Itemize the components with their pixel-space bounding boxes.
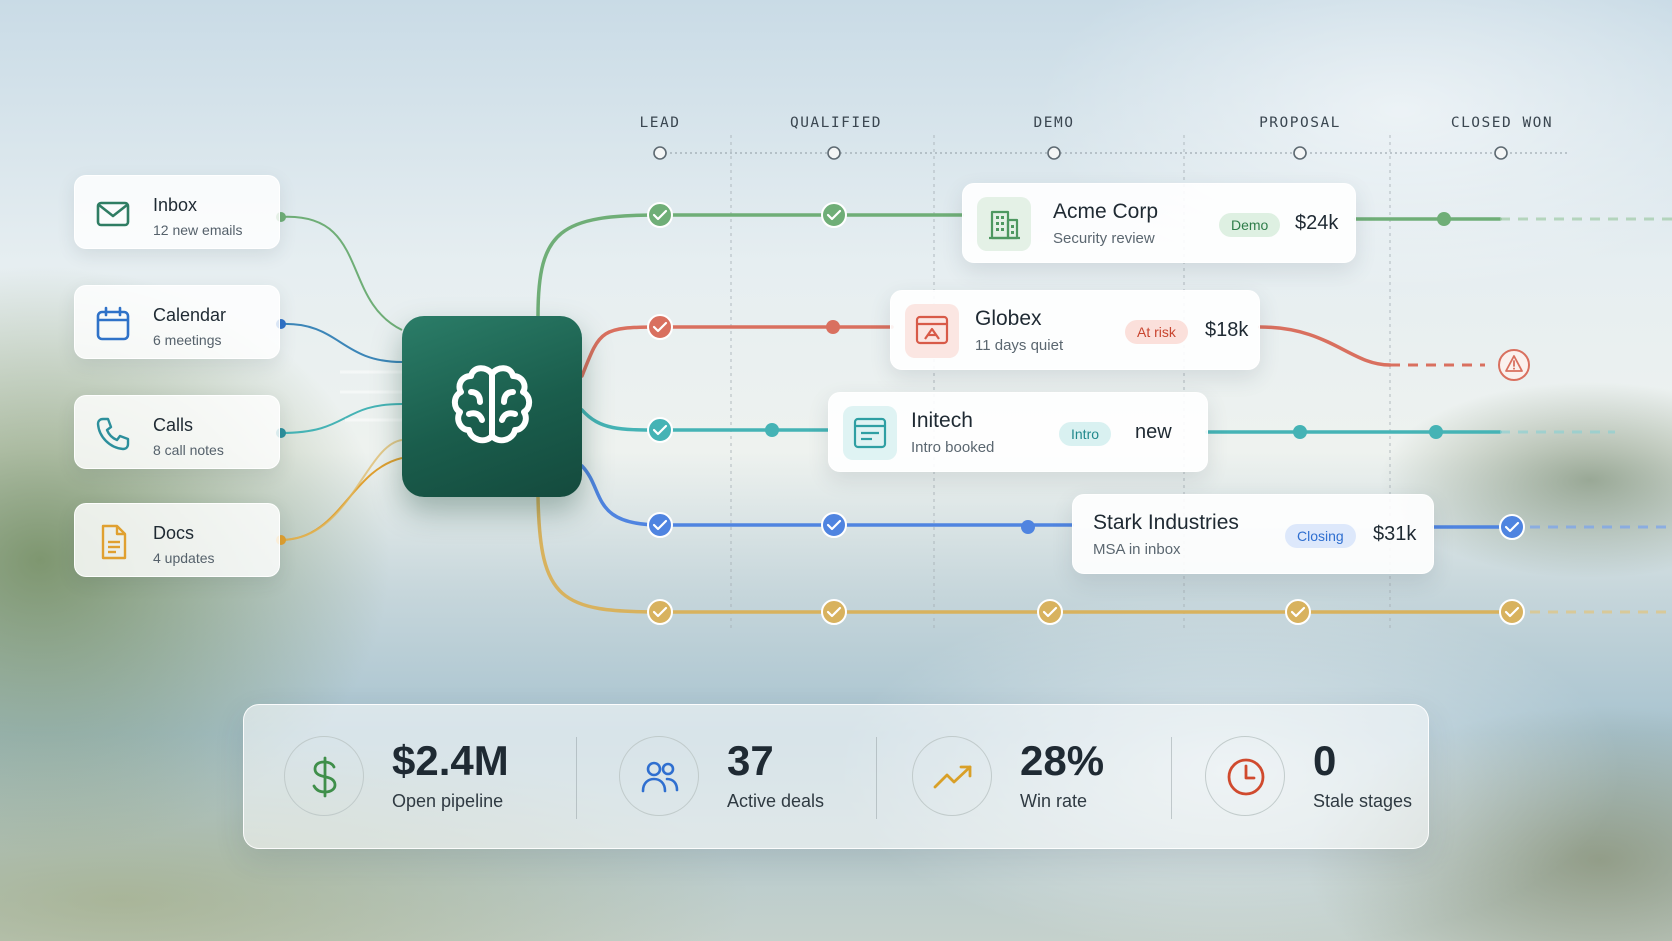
deal-name: Acme Corp [1053,200,1159,223]
pipeline-scene: LEAD QUALIFIED DEMO PROPOSAL CLOSED WON … [0,0,1672,941]
stat-open-pipeline: $2.4M Open pipeline [284,705,544,850]
deal-name: Stark Industries [1093,511,1239,534]
window-icon [843,406,897,460]
deal-card-globex[interactable]: Globex 11 days quiet At risk $18k [890,290,1260,370]
mail-icon [95,196,131,232]
stat-value: $2.4M [392,737,509,784]
stat-divider [1171,737,1172,819]
users-icon [619,736,699,816]
deal-amount: $24k [1295,212,1339,234]
stat-stale-stages: 0 Stale stages [1205,705,1425,850]
deal-stage-badge: Closing [1285,524,1356,548]
deal-name: Globex [975,307,1042,330]
source-card-docs[interactable]: Docs 4 updates [74,503,280,577]
deal-note: 11 days quiet [975,337,1064,354]
source-title: Calendar [153,305,227,325]
deal-card-initech[interactable]: Initech Intro booked Intro new [828,392,1208,472]
deal-amount: new [1135,421,1172,443]
stat-label: Stale stages [1313,791,1413,811]
source-subtitle: 6 meetings [153,332,222,348]
clock-icon [1205,736,1285,816]
brain-icon [451,365,533,444]
stat-win-rate: 28% Win rate [912,705,1172,850]
stat-divider [876,737,877,819]
warning-icon [1498,349,1530,381]
deal-note: MSA in inbox [1093,541,1181,558]
source-subtitle: 12 new emails [153,222,243,238]
source-card-inbox[interactable]: Inbox 12 new emails [74,175,280,249]
phone-icon [95,416,131,452]
deal-stage-badge: Intro [1059,422,1112,446]
stat-value: 0 [1313,737,1337,784]
stat-label: Open pipeline [392,791,504,811]
deal-note: Security review [1053,230,1155,247]
deal-card-acme[interactable]: Acme Corp Security review Demo $24k [962,183,1356,263]
document-icon [95,524,131,560]
building-icon [977,197,1031,251]
source-title: Calls [153,415,194,435]
deal-amount: $31k [1373,523,1417,545]
source-card-calendar[interactable]: Calendar 6 meetings [74,285,280,359]
deal-name: Initech [911,409,973,432]
stat-divider [576,737,577,819]
source-subtitle: 4 updates [153,550,215,566]
stat-label: Active deals [727,791,825,811]
deal-card-stark-industries[interactable]: Stark Industries MSA in inbox Closing $3… [1072,494,1434,574]
stage-label-qualified: QUALIFIED [789,115,883,131]
ai-hub-tile[interactable] [402,316,582,497]
source-subtitle: 8 call notes [153,442,224,458]
stat-label: Win rate [1020,791,1088,811]
source-card-calls[interactable]: Calls 8 call notes [74,395,280,469]
stat-value: 37 [727,737,774,784]
source-title: Docs [153,523,195,543]
deal-status-badge: At risk [1125,320,1188,344]
stage-label-lead: LEAD [639,115,681,131]
stat-value: 28% [1020,737,1105,784]
source-title: Inbox [153,195,198,215]
stats-panel: $2.4M Open pipeline 37 Active deals 28% … [243,704,1429,849]
stage-label-proposal: PROPOSAL [1259,115,1341,131]
calendar-icon [95,306,131,342]
stage-label-closed-won: CLOSED WON [1450,115,1554,131]
presentation-icon [905,304,959,358]
trending-up-icon [912,736,992,816]
stage-label-demo: DEMO [1033,115,1075,131]
deal-amount: $18k [1205,319,1249,341]
deal-note: Intro booked [911,439,995,456]
dollar-icon [284,736,364,816]
stat-active-deals: 37 Active deals [619,705,859,850]
deal-stage-badge: Demo [1219,213,1281,237]
